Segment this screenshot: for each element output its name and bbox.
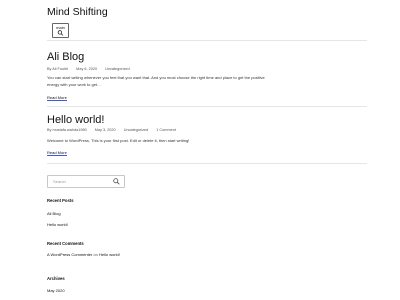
search-field[interactable]: Search [47, 175, 125, 188]
post-title[interactable]: Ali Blog [47, 51, 84, 63]
comment-post-link[interactable]: Hello world! [99, 252, 120, 257]
site-title[interactable]: Mind Shifting [47, 6, 108, 18]
read-more-link[interactable]: Read More [47, 150, 67, 156]
read-more-link[interactable]: Read More [47, 95, 67, 101]
recent-post-link[interactable]: Hello world! [47, 222, 68, 227]
archive-link[interactable]: May 2020 [47, 288, 65, 293]
post-title[interactable]: Hello world! [47, 114, 104, 126]
post-comments-link[interactable]: 1 Comment [156, 128, 176, 132]
post-excerpt: Welcome to WordPress. This is your first… [47, 138, 190, 143]
comment-on-text: on [93, 252, 98, 257]
post-excerpt: You can start writing whenever you feel … [47, 75, 265, 87]
header-divider [47, 40, 367, 41]
comment-author-link[interactable]: A WordPress Commenter [47, 252, 92, 257]
content-divider [47, 163, 367, 164]
post-divider [47, 106, 367, 107]
recent-posts-title: Recent Posts [47, 198, 74, 203]
post-category[interactable]: Uncategorized [105, 67, 129, 71]
archives-title: Archives [47, 276, 65, 281]
post-meta: By Ali Fouhti May 6, 2020 Uncategorized [47, 67, 137, 71]
recent-post-link[interactable]: Ali Blog [47, 211, 61, 216]
search-placeholder: Search [53, 179, 66, 184]
post-category[interactable]: Uncategorized [124, 128, 148, 132]
recent-comments-title: Recent Comments [47, 241, 84, 246]
post-date[interactable]: May 3, 2020 [95, 128, 116, 132]
post-author[interactable]: By mustafa.wahda1980 [47, 128, 87, 132]
search-icon[interactable] [113, 178, 120, 185]
post-author[interactable]: By Ali Fouhti [47, 67, 68, 71]
post-date[interactable]: May 6, 2020 [76, 67, 97, 71]
search-icon [57, 30, 64, 36]
menu-toggle-button[interactable]: main [52, 23, 69, 38]
recent-comment: A WordPress Commenter on Hello world! [47, 251, 127, 258]
post-meta: By mustafa.wahda1980 May 3, 2020 Uncateg… [47, 128, 183, 132]
